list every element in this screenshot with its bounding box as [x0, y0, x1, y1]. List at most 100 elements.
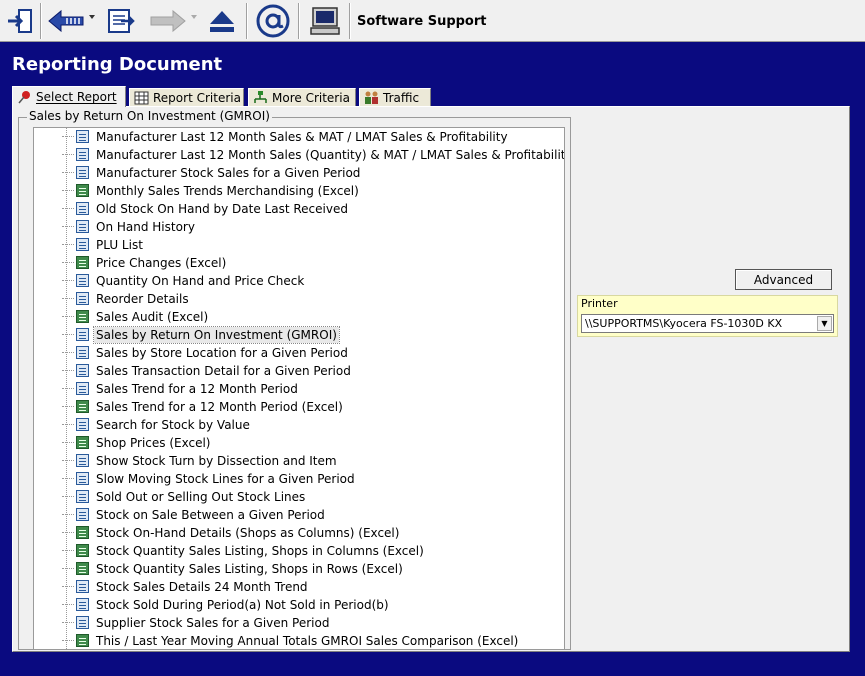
report-list-item[interactable]: Show Stock Turn by Dissection and Item [34, 452, 562, 470]
tree-connector [62, 406, 74, 407]
page-title: Reporting Document [12, 54, 223, 75]
report-list[interactable]: Manufacturer Last 12 Month Sales & MAT /… [33, 127, 565, 650]
tree-connector [62, 640, 74, 641]
report-icon [76, 616, 89, 629]
report-list-item[interactable]: Manufacturer Last 12 Month Sales (Quanti… [34, 146, 564, 164]
report-list-scrollbar[interactable]: ▲ ≡ ▼ [564, 128, 565, 649]
report-list-item[interactable]: Sales Trend for a 12 Month Period [34, 380, 562, 398]
tab-select-report-label: Select Report [36, 90, 117, 104]
report-label: Stock Quantity Sales Listing, Shops in C… [96, 544, 424, 558]
report-label: Sales by Return On Investment (GMROI) [93, 326, 340, 344]
excel-report-icon [76, 544, 89, 557]
report-list-item[interactable]: On Hand History [34, 218, 562, 236]
printer-box: Printer \\SUPPORTMS\Kyocera FS-1030D KX … [577, 295, 838, 337]
report-list-item[interactable]: Search for Stock by Value [34, 416, 562, 434]
report-icon [76, 454, 89, 467]
report-list-item[interactable]: Old Stock On Hand by Date Last Received [34, 200, 562, 218]
tree-connector [62, 334, 74, 335]
exit-button[interactable] [3, 3, 37, 39]
printer-select[interactable]: \\SUPPORTMS\Kyocera FS-1030D KX ▼ [581, 314, 834, 333]
report-icon [76, 328, 89, 341]
report-list-item[interactable]: PLU List [34, 236, 562, 254]
report-list-item[interactable]: Monthly Sales Trends Merchandising (Exce… [34, 182, 562, 200]
advanced-button[interactable]: Advanced [735, 269, 832, 290]
select-report-panel: Sales by Return On Investment (GMROI) Ma… [12, 106, 850, 652]
report-list-item[interactable]: Stock Quantity Sales Listing, Shops in C… [34, 542, 562, 560]
computer-icon [310, 7, 340, 35]
report-list-item[interactable]: Stock on Sale Between a Given Period [34, 506, 562, 524]
tree-connector [62, 442, 74, 443]
report-label: Manufacturer Last 12 Month Sales & MAT /… [96, 130, 508, 144]
report-list-item[interactable]: Sales by Store Location for a Given Peri… [34, 344, 562, 362]
back-button[interactable] [46, 3, 86, 39]
report-icon [76, 472, 89, 485]
report-list-item[interactable]: Stock Sold During Period(a) Not Sold in … [34, 596, 562, 614]
report-label: Stock Quantity Sales Listing, Shops in R… [96, 562, 403, 576]
report-list-item[interactable]: This / Last Year Moving Annual Totals GM… [34, 632, 562, 649]
forward-button[interactable] [148, 3, 188, 39]
report-list-item[interactable]: Stock Sales Details 24 Month Trend [34, 578, 562, 596]
report-label: Search for Stock by Value [96, 418, 250, 432]
open-document-icon [108, 9, 135, 33]
tree-connector [62, 532, 74, 533]
tree-connector [62, 586, 74, 587]
tree-connector [62, 604, 74, 605]
report-icon [76, 382, 89, 395]
tab-select-report[interactable]: Select Report [12, 86, 126, 107]
tree-connector [62, 316, 74, 317]
report-icon [76, 490, 89, 503]
report-label: Sales Trend for a 12 Month Period (Excel… [96, 400, 343, 414]
tree-connector [62, 298, 74, 299]
back-arrow-icon [48, 9, 84, 33]
report-icon [76, 598, 89, 611]
report-list-item[interactable]: Stock Quantity Sales Listing, Shops in R… [34, 560, 562, 578]
report-list-item[interactable]: Sold Out or Selling Out Stock Lines [34, 488, 562, 506]
report-list-item[interactable]: Sales Audit (Excel) [34, 308, 562, 326]
tree-connector [62, 208, 74, 209]
back-dropdown-icon[interactable] [89, 15, 95, 19]
report-list-item[interactable]: Sales by Return On Investment (GMROI) [34, 326, 562, 344]
report-label: Reorder Details [96, 292, 189, 306]
support-computer-button[interactable] [305, 3, 345, 39]
report-label: Sales Audit (Excel) [96, 310, 209, 324]
report-label: On Hand History [96, 220, 195, 234]
report-list-item[interactable]: Price Changes (Excel) [34, 254, 562, 272]
report-icon [76, 238, 89, 251]
tree-connector [62, 190, 74, 191]
excel-report-icon [76, 436, 89, 449]
tree-connector [62, 478, 74, 479]
report-list-item[interactable]: Sales Transaction Detail for a Given Per… [34, 362, 562, 380]
tree-connector [62, 136, 74, 137]
pin-icon [18, 91, 30, 104]
report-icon [76, 508, 89, 521]
report-label: This / Last Year Moving Annual Totals GM… [96, 634, 519, 648]
report-list-item[interactable]: Stock On-Hand Details (Shops as Columns)… [34, 524, 562, 542]
report-list-item[interactable]: Shop Prices (Excel) [34, 434, 562, 452]
report-list-item[interactable]: Reorder Details [34, 290, 562, 308]
report-list-item[interactable]: Quantity On Hand and Price Check [34, 272, 562, 290]
chevron-down-icon[interactable]: ▼ [817, 316, 832, 331]
tree-connector [62, 388, 74, 389]
tab-traffic[interactable]: Traffic [359, 88, 431, 106]
forward-dropdown-icon [191, 15, 197, 19]
email-button[interactable] [253, 3, 293, 39]
report-list-item[interactable]: Supplier Stock Sales for a Given Period [34, 614, 562, 632]
tab-more-criteria[interactable]: More Criteria [248, 88, 356, 106]
report-label: Sales Transaction Detail for a Given Per… [96, 364, 351, 378]
exit-icon [8, 9, 32, 33]
report-icon [76, 292, 89, 305]
open-document-button[interactable] [103, 3, 137, 39]
printer-value: \\SUPPORTMS\Kyocera FS-1030D KX [585, 317, 783, 330]
report-icon [76, 148, 89, 161]
tab-report-criteria[interactable]: Report Criteria [129, 88, 244, 106]
report-list-item[interactable]: Sales Trend for a 12 Month Period (Excel… [34, 398, 562, 416]
report-label: Slow Moving Stock Lines for a Given Peri… [96, 472, 355, 486]
excel-report-icon [76, 526, 89, 539]
report-list-item[interactable]: Slow Moving Stock Lines for a Given Peri… [34, 470, 562, 488]
report-list-item[interactable]: Manufacturer Last 12 Month Sales & MAT /… [34, 128, 562, 146]
eject-button[interactable] [205, 3, 239, 39]
report-list-item[interactable]: Manufacturer Stock Sales for a Given Per… [34, 164, 562, 182]
tab-report-criteria-label: Report Criteria [153, 90, 241, 105]
tree-connector [62, 550, 74, 551]
tree-connector [62, 172, 74, 173]
